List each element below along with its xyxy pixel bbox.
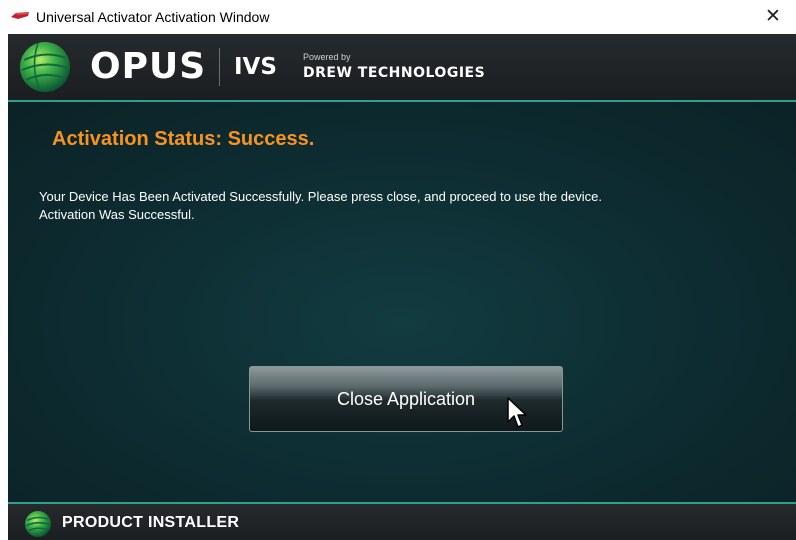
powered-by-label: Powered by — [303, 52, 351, 62]
app-footer: PRODUCT INSTALLER — [8, 502, 796, 540]
activation-status-title: Activation Status: Success. — [52, 128, 315, 150]
product-installer-label: PRODUCT INSTALLER — [62, 514, 240, 531]
globe-logo-icon — [25, 511, 51, 537]
status-message: Your Device Has Been Activated Successfu… — [39, 188, 602, 224]
globe-logo-icon — [20, 42, 70, 92]
header-divider — [219, 48, 220, 86]
app-header: OPUS IVS Powered by DREW TECHNOLOGIES — [8, 34, 796, 102]
status-message-line-1: Your Device Has Been Activated Successfu… — [39, 189, 602, 204]
window-close-button[interactable]: ✕ — [760, 4, 786, 30]
brand-logo-text: OPUS — [90, 46, 207, 87]
mouse-cursor-icon — [507, 397, 527, 428]
window-titlebar: Universal Activator Activation Window ✕ — [0, 0, 796, 34]
status-message-line-2: Activation Was Successful. — [39, 207, 195, 222]
red-device-icon — [11, 12, 29, 19]
window-title: Universal Activator Activation Window — [36, 9, 270, 25]
product-name: IVS — [234, 54, 277, 80]
company-name: DREW TECHNOLOGIES — [303, 65, 486, 81]
app-frame: OPUS IVS Powered by DREW TECHNOLOGIES Ac… — [8, 34, 796, 540]
main-content: Activation Status: Success. Your Device … — [8, 102, 796, 502]
